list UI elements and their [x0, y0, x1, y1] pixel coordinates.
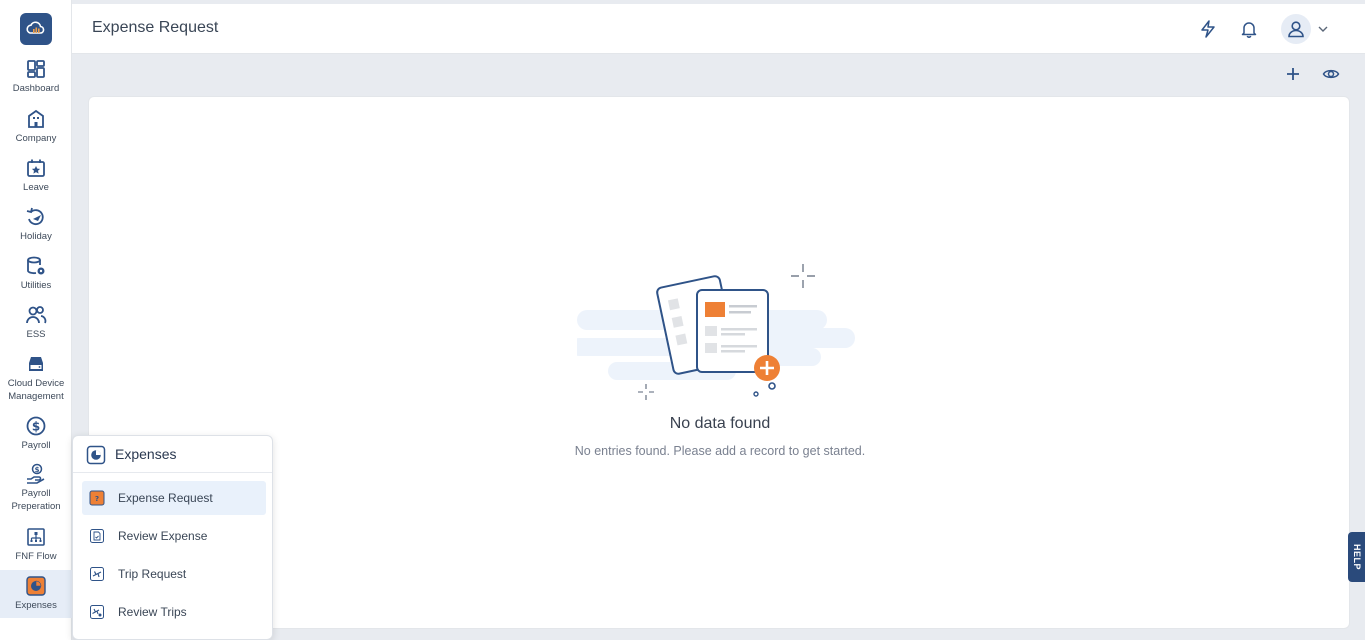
sidebar-item-label: FNF Flow — [15, 551, 57, 562]
content-card: No data found No entries found. Please a… — [88, 96, 1350, 629]
plus-icon — [1287, 68, 1299, 80]
ess-icon — [26, 306, 47, 324]
menu-item-label: Review Expense — [118, 529, 208, 543]
view-button[interactable] — [1321, 64, 1341, 84]
menu-item-label: Review Trips — [118, 605, 187, 619]
flyout-title: Expenses — [115, 446, 177, 462]
sidebar-item-label: Dashboard — [12, 83, 60, 94]
help-tab[interactable]: HELP — [1348, 532, 1365, 582]
sidebar-item-label: Payroll — [21, 440, 51, 451]
leave-icon — [27, 159, 45, 177]
eye-icon — [1322, 69, 1340, 79]
utilities-icon — [27, 256, 45, 275]
sidebar-item-label: Cloud Device Management — [7, 378, 65, 402]
help-label: HELP — [1351, 543, 1362, 571]
review-expense-icon — [90, 529, 104, 543]
holiday-icon — [26, 207, 44, 226]
empty-state-subtitle: No entries found. Please add a record to… — [574, 444, 866, 458]
empty-state-title: No data found — [669, 415, 771, 432]
payroll-preperation-icon: $ — [27, 463, 45, 484]
sidebar-item-dashboard[interactable]: Dashboard — [0, 58, 72, 98]
expenses-icon — [86, 445, 106, 465]
flyout-header: Expenses — [73, 436, 272, 473]
expense-request-icon: ? — [89, 490, 105, 506]
fnf-flow-icon — [27, 528, 45, 546]
company-icon — [28, 109, 44, 128]
user-icon — [1288, 21, 1304, 38]
svg-text:?: ? — [95, 495, 99, 503]
sidebar-item-fnf-flow[interactable]: FNF Flow — [0, 526, 72, 566]
sidebar-item-cloud-device-management[interactable]: Cloud Device Management — [0, 353, 72, 405]
sidebar-item-label: Holiday — [20, 231, 52, 242]
sidebar-item-payroll-preperation[interactable]: $ Payroll Preperation — [0, 463, 72, 515]
trip-request-icon — [90, 567, 104, 581]
page-title: Expense Request — [92, 19, 219, 36]
menu-item-review-trips[interactable]: Review Trips — [82, 595, 266, 629]
logo-cloud-icon[interactable] — [20, 13, 52, 45]
menu-item-label: Expense Request — [118, 491, 213, 505]
sidebar-item-company[interactable]: Company — [0, 108, 72, 148]
review-trips-icon — [90, 605, 104, 619]
dashboard-icon — [27, 60, 45, 78]
lightning-icon[interactable] — [1196, 17, 1220, 41]
sidebar-item-label: Leave — [23, 182, 49, 193]
sidebar-item-holiday[interactable]: Holiday — [0, 206, 72, 246]
sidebar-item-label: Company — [15, 133, 57, 144]
expenses-icon — [26, 576, 46, 596]
sidebar-item-ess[interactable]: ESS — [0, 304, 72, 344]
sidebar: Dashboard Company Leave Holiday Utilitie… — [0, 0, 72, 640]
empty-state-illustration — [577, 264, 855, 400]
payroll-icon: $ — [26, 416, 46, 436]
sidebar-item-label: Utilities — [20, 280, 52, 291]
cloud-device-icon — [29, 357, 43, 371]
expenses-flyout-menu: Expenses ? Expense Request Review Expens… — [72, 435, 273, 640]
sidebar-item-leave[interactable]: Leave — [0, 157, 72, 197]
menu-item-review-expense[interactable]: Review Expense — [82, 519, 266, 553]
top-header: Expense Request — [72, 4, 1365, 54]
svg-text:$: $ — [35, 466, 40, 474]
menu-item-label: Trip Request — [118, 567, 187, 581]
sidebar-item-utilities[interactable]: Utilities — [0, 255, 72, 295]
avatar[interactable] — [1281, 14, 1311, 44]
svg-text:$: $ — [32, 420, 40, 434]
bell-icon[interactable] — [1237, 17, 1261, 41]
sidebar-item-label: Expenses — [15, 600, 57, 611]
sidebar-item-label: ESS — [26, 329, 46, 340]
sidebar-item-payroll[interactable]: $ Payroll — [0, 415, 72, 455]
sidebar-item-label: Payroll Preperation — [11, 488, 61, 512]
sidebar-item-expenses[interactable]: Expenses — [0, 570, 72, 618]
menu-item-expense-request[interactable]: ? Expense Request — [82, 481, 266, 515]
chevron-down-icon[interactable] — [1315, 21, 1331, 37]
add-record-button[interactable] — [1283, 64, 1303, 84]
menu-item-trip-request[interactable]: Trip Request — [82, 557, 266, 591]
